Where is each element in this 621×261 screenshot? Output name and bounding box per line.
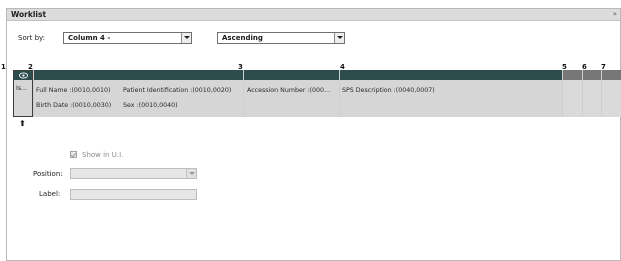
- field-accession-number: Accession Number :(000...: [247, 87, 331, 94]
- panel-title: Worklist: [11, 10, 47, 19]
- eye-icon: [19, 72, 28, 79]
- field-sps-description: SPS Description :(0040,0007): [342, 87, 435, 94]
- field-patient-id: Patient Identification :(0010,0020): [123, 87, 232, 94]
- chevron-down-icon[interactable]: [181, 33, 191, 43]
- show-in-ui-label: Show in U.I.: [82, 151, 124, 159]
- column-cells-empty: [562, 80, 621, 117]
- column-header-bar-empty: [562, 70, 621, 80]
- column-number-1: 1: [1, 63, 6, 71]
- column-header-bar: [13, 70, 562, 80]
- worklist-panel: Worklist » Sort by: Column 4 - Ascending…: [1, 8, 621, 261]
- chevron-down-icon[interactable]: [334, 33, 344, 43]
- column-divider: [562, 70, 563, 117]
- column-1[interactable]: Is...: [13, 70, 33, 117]
- sort-by-label: Sort by:: [18, 34, 46, 42]
- column-divider: [339, 70, 340, 117]
- sort-order-select[interactable]: Ascending: [217, 32, 345, 44]
- chevron-down-icon[interactable]: [186, 169, 196, 178]
- column-divider: [601, 70, 602, 117]
- column-1-text: Is...: [16, 85, 28, 92]
- sort-column-select[interactable]: Column 4 -: [63, 32, 192, 44]
- sort-column-value: Column 4 -: [68, 34, 111, 42]
- sort-order-value: Ascending: [222, 34, 263, 42]
- field-birth-date: Birth Date :(0010,0030): [36, 102, 112, 109]
- selected-column-arrow-icon: ⬆: [19, 119, 26, 128]
- field-sex: Sex :(0010,0040): [123, 102, 178, 109]
- label-label: Label:: [39, 190, 61, 198]
- collapse-icon[interactable]: »: [613, 10, 617, 18]
- position-label: Position:: [33, 170, 63, 178]
- show-in-ui-checkbox[interactable]: [70, 151, 77, 158]
- column-divider: [33, 70, 34, 117]
- panel-titlebar: Worklist »: [7, 9, 620, 21]
- position-select[interactable]: [70, 168, 197, 179]
- field-full-name: Full Name :(0010,0010): [36, 87, 111, 94]
- column-divider: [243, 70, 244, 117]
- column-cells: [13, 80, 562, 117]
- column-divider: [582, 70, 583, 117]
- label-input[interactable]: [70, 189, 197, 200]
